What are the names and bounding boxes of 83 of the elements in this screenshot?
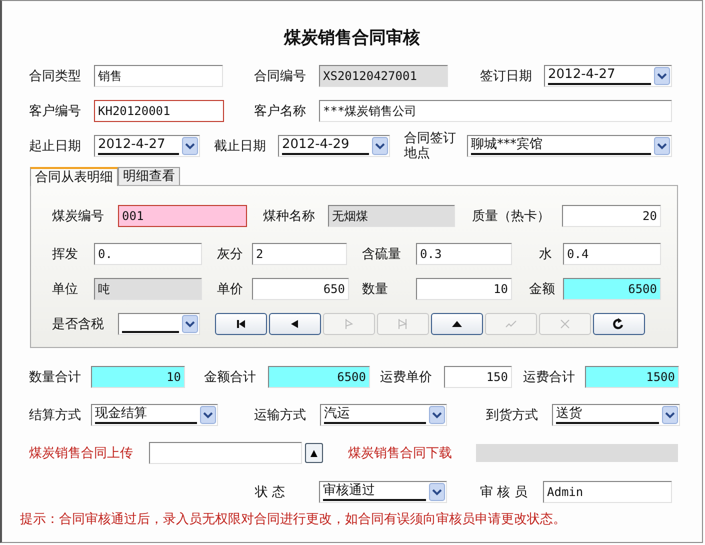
first-record-button[interactable] bbox=[215, 313, 267, 335]
input-field[interactable]: 650 bbox=[252, 278, 349, 300]
refresh-button[interactable] bbox=[593, 313, 645, 335]
field-label: 签订日期 bbox=[480, 68, 533, 84]
field-label: 客户编号 bbox=[29, 104, 82, 118]
field-label: 灰分 bbox=[217, 246, 244, 262]
field-label: 合同签订地点 bbox=[404, 131, 457, 161]
field-label: 合同编号 bbox=[254, 68, 307, 84]
input-field[interactable]: ***煤炭销售公司 bbox=[319, 100, 672, 122]
field-label: 金额合计 bbox=[204, 370, 257, 384]
input-field[interactable]: 10 bbox=[416, 278, 512, 300]
field-label: 结算方式 bbox=[29, 408, 82, 422]
field-label: 挥发 bbox=[52, 246, 79, 262]
chevron-down-icon bbox=[372, 137, 388, 155]
field-label: 单位 bbox=[52, 282, 79, 296]
field-label: 金额 bbox=[529, 282, 556, 296]
chevron-down-icon bbox=[182, 315, 198, 333]
form-title: 煤炭销售合同审核 bbox=[282, 27, 421, 49]
dropdown[interactable]: 汽运 bbox=[320, 404, 447, 426]
input-field[interactable]: 1500 bbox=[585, 366, 679, 388]
input-field[interactable]: Admin bbox=[543, 481, 672, 503]
dropdown[interactable]: 2012-4-27 bbox=[94, 135, 200, 157]
input-field[interactable]: 6500 bbox=[268, 366, 370, 388]
insert-button[interactable] bbox=[431, 313, 483, 335]
dropdown[interactable]: 审核通过 bbox=[319, 481, 447, 503]
input-field[interactable]: 10 bbox=[91, 366, 185, 388]
field-label: 到货方式 bbox=[486, 408, 539, 422]
download-label: 煤炭销售合同下载 bbox=[348, 445, 453, 462]
field-label: 起止日期 bbox=[29, 138, 82, 154]
dropdown[interactable]: 2012-4-27 bbox=[544, 65, 672, 87]
field-label: 煤炭编号 bbox=[52, 208, 105, 224]
chevron-down-icon bbox=[654, 137, 670, 155]
dropdown[interactable]: 送货 bbox=[552, 404, 680, 426]
field-label: 水 bbox=[539, 246, 553, 262]
input-field[interactable]: 150 bbox=[444, 366, 512, 388]
field-label: 运费单价 bbox=[380, 370, 433, 384]
flag-icon bbox=[396, 318, 410, 330]
skip-start-icon bbox=[234, 318, 248, 330]
hint-text: 提示：合同审核通过后，录入员无权限对合同进行更改，如合同有误须向审核员申请更改状态。 bbox=[20, 511, 567, 528]
input-field[interactable]: 6500 bbox=[563, 278, 661, 300]
chevron-down-icon bbox=[662, 406, 678, 424]
tab[interactable]: 合同从表明细 bbox=[30, 167, 118, 186]
file-path-field[interactable] bbox=[149, 442, 302, 464]
field-label: 数量合计 bbox=[29, 370, 82, 384]
input-field[interactable]: 0. bbox=[94, 243, 202, 265]
dropdown[interactable]: 现金结算 bbox=[91, 404, 218, 426]
input-field[interactable]: 0.3 bbox=[416, 243, 512, 265]
input-field[interactable]: 吨 bbox=[94, 278, 202, 300]
input-field[interactable]: 0.4 bbox=[563, 243, 661, 265]
field-label: 是否含税 bbox=[52, 316, 105, 332]
field-label: 状 态 bbox=[255, 484, 286, 500]
input-field[interactable]: 销售 bbox=[94, 65, 223, 87]
field-label: 质量（热卡） bbox=[472, 208, 551, 224]
input-field[interactable]: 001 bbox=[118, 205, 247, 227]
chevron-down-icon bbox=[182, 137, 198, 155]
chevron-down-icon bbox=[654, 67, 670, 85]
chevron-down-icon bbox=[200, 406, 216, 424]
field-label: 运输方式 bbox=[254, 408, 307, 422]
input-field[interactable]: KH20120001 bbox=[94, 100, 224, 122]
chevron-down-icon bbox=[429, 406, 445, 424]
field-label: 合同类型 bbox=[29, 68, 82, 84]
field-label: 运费合计 bbox=[523, 370, 576, 384]
field-label: 截止日期 bbox=[214, 138, 267, 154]
field-label: 单价 bbox=[217, 282, 244, 296]
upload-label: 煤炭销售合同上传 bbox=[29, 445, 134, 462]
field-label: 含硫量 bbox=[362, 246, 402, 262]
chevron-down-icon bbox=[429, 483, 445, 501]
input-field[interactable]: XS20120427001 bbox=[319, 65, 448, 87]
field-label: 客户名称 bbox=[254, 104, 307, 118]
dropdown[interactable] bbox=[118, 313, 200, 335]
input-field[interactable]: 20 bbox=[562, 205, 661, 227]
field-label: 煤种名称 bbox=[263, 208, 316, 224]
tab[interactable]: 明细查看 bbox=[118, 167, 180, 185]
dropdown[interactable]: 2012-4-29 bbox=[278, 135, 390, 157]
upload-button[interactable]: ▲ bbox=[305, 443, 323, 463]
input-field[interactable]: 2 bbox=[252, 243, 347, 265]
cross-icon bbox=[558, 318, 572, 330]
previous-record-button[interactable] bbox=[269, 313, 321, 335]
input-field[interactable]: 无烟煤 bbox=[328, 205, 455, 227]
refresh-icon bbox=[612, 318, 626, 330]
dropdown[interactable]: 聊城***宾馆 bbox=[467, 135, 672, 157]
field-label: 数量 bbox=[362, 282, 389, 296]
field-label: 审 核 员 bbox=[480, 484, 528, 500]
